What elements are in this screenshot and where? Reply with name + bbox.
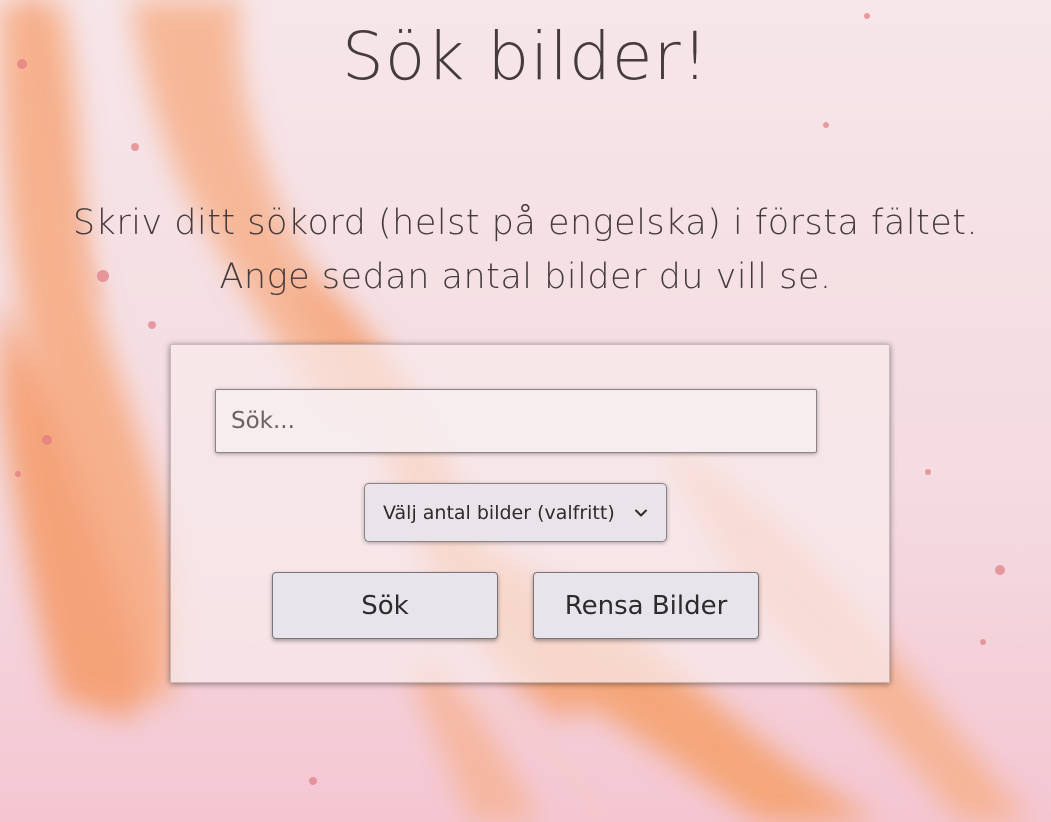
image-count-select[interactable]: Välj antal bilder (valfritt): [364, 483, 667, 542]
search-button[interactable]: Sök: [272, 572, 498, 639]
page-title: Sök bilder!: [341, 18, 710, 95]
search-input[interactable]: [215, 389, 817, 453]
chevron-down-icon: [634, 506, 648, 520]
clear-images-button[interactable]: Rensa Bilder: [533, 572, 759, 639]
image-count-select-value: Välj antal bilder (valfritt): [383, 501, 615, 524]
page-content: Sök bilder! Skriv ditt sökord (helst på …: [0, 0, 1051, 822]
search-form: Välj antal bilder (valfritt) Sök Rensa B…: [170, 344, 890, 683]
instruction-line-1: Skriv ditt sökord (helst på engelska) i …: [72, 203, 979, 243]
instructions-text: Skriv ditt sökord (helst på engelska) i …: [0, 196, 1051, 304]
instruction-line-2: Ange sedan antal bilder du vill se.: [219, 257, 832, 297]
